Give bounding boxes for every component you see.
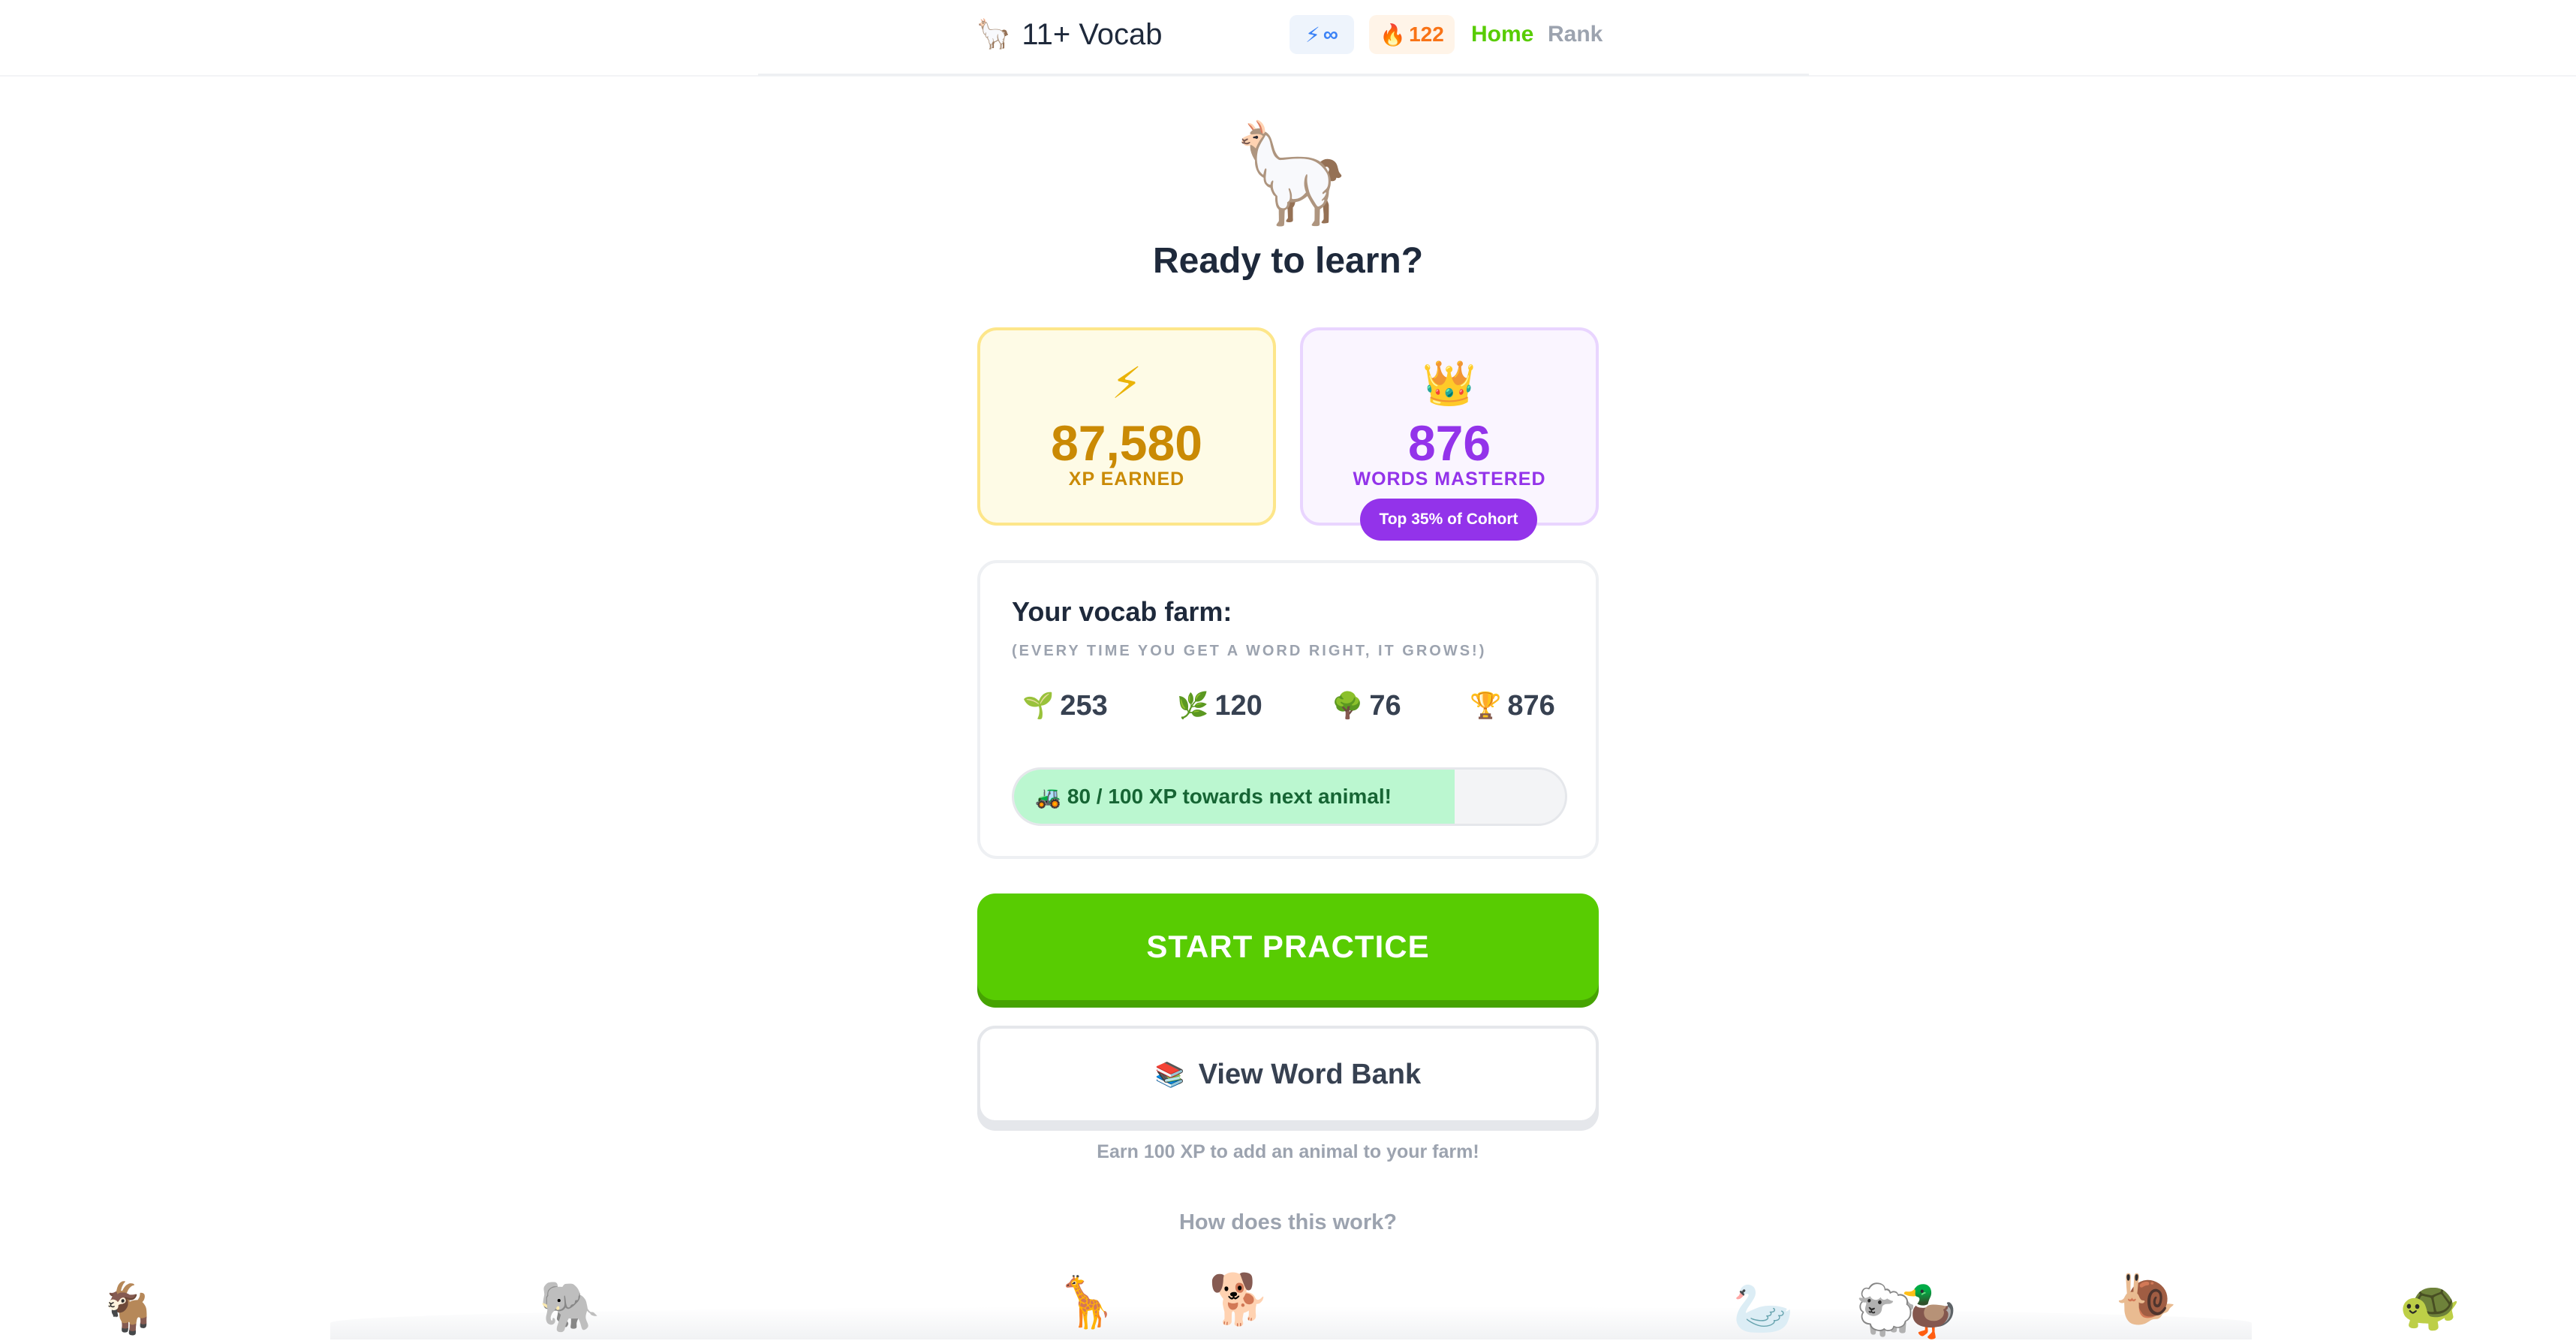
top-header: 🦙 11+ Vocab ⚡ ∞ 🔥 122 Home Rank <box>0 0 2576 75</box>
tractor-icon: 🚜 <box>1035 785 1061 809</box>
words-mastered-card: 👑 876 WORDS MASTERED <box>1300 327 1599 526</box>
page-title: Ready to learn? <box>1152 241 1424 281</box>
farm-title: Your vocab farm: <box>1012 596 1232 627</box>
xp-value: 87,580 <box>1051 415 1202 471</box>
seedling-count: 253 <box>1060 689 1108 722</box>
turtle-icon: 🐢 <box>2399 1277 2461 1333</box>
words-mastered-label: WORDS MASTERED <box>1353 469 1546 490</box>
start-practice-button[interactable]: START PRACTICE <box>977 893 1599 1000</box>
xp-label: XP EARNED <box>1068 469 1185 490</box>
farm-stat-herb: 🌿 120 <box>1177 683 1262 728</box>
llama-logo-icon: 🦙 <box>976 19 1012 50</box>
tree-count: 76 <box>1369 689 1401 722</box>
header-divider-accent <box>758 74 1809 76</box>
books-icon: 📚 <box>1154 1061 1185 1088</box>
farm-ground <box>330 1306 2252 1339</box>
view-word-bank-button[interactable]: 📚 View Word Bank <box>977 1026 1599 1123</box>
app-title: 11+ Vocab <box>1022 17 1163 51</box>
farm-stat-seedling: 🌱 253 <box>1022 683 1108 728</box>
herb-count: 120 <box>1214 689 1262 722</box>
farm-stat-tree: 🌳 76 <box>1332 683 1401 728</box>
seedling-icon: 🌱 <box>1022 692 1055 720</box>
cohort-rank-badge: Top 35% of Cohort <box>1360 499 1537 541</box>
streak-pill[interactable]: 🔥 122 <box>1369 15 1455 54</box>
words-mastered-value: 876 <box>1407 415 1491 471</box>
snail-icon: 🐌 <box>2115 1271 2177 1327</box>
crown-icon: 👑 <box>1422 359 1477 408</box>
giraffe-icon: 🦒 <box>1055 1274 1118 1330</box>
farm-subtitle: (EVERY TIME YOU GET A WORD RIGHT, IT GRO… <box>1012 643 1487 659</box>
goat-icon: 🐐 <box>98 1280 160 1336</box>
herb-icon: 🌿 <box>1177 692 1209 720</box>
elephant-icon: 🐘 <box>539 1279 601 1334</box>
animal-progress-text: 80 / 100 XP towards next animal! <box>1067 785 1392 808</box>
how-it-works-link[interactable]: How does this work? <box>977 1210 1599 1235</box>
animal-progress-bar: 🚜 80 / 100 XP towards next animal! <box>1012 767 1567 826</box>
view-word-bank-label: View Word Bank <box>1198 1058 1422 1090</box>
streak-value: 122 <box>1409 23 1444 46</box>
nav-home-link[interactable]: Home <box>1471 20 1533 50</box>
xp-card: ⚡ 87,580 XP EARNED <box>977 327 1276 526</box>
lightning-icon: ⚡ <box>1111 359 1142 408</box>
tree-icon: 🌳 <box>1332 692 1364 720</box>
fire-icon: 🔥 <box>1380 23 1407 47</box>
lightning-icon: ⚡ <box>1305 23 1320 47</box>
dog-icon: 🐕 <box>1208 1271 1271 1327</box>
animal-progress-label: 🚜 80 / 100 XP towards next animal! <box>1035 770 1392 824</box>
app-brand[interactable]: 🦙 11+ Vocab <box>976 14 1163 56</box>
trophy-icon: 🏆 <box>1470 692 1502 720</box>
energy-pill[interactable]: ⚡ ∞ <box>1290 15 1354 54</box>
goose-icon: 🦢 <box>1732 1280 1795 1336</box>
energy-value: ∞ <box>1323 23 1338 46</box>
vocab-farm-card: Your vocab farm: (EVERY TIME YOU GET A W… <box>977 560 1599 859</box>
trophy-count: 876 <box>1507 689 1555 722</box>
farm-stats: 🌱 253 🌿 120 🌳 76 🏆 876 <box>980 683 1596 728</box>
duck-icon: 🦆 <box>1899 1283 1961 1339</box>
llama-mascot-icon: 🦙 <box>1231 118 1353 228</box>
nav-rank-link[interactable]: Rank <box>1548 20 1602 50</box>
farm-stat-trophy: 🏆 876 <box>1470 683 1555 728</box>
xp-hint-text: Earn 100 XP to add an animal to your far… <box>1097 1141 1479 1162</box>
